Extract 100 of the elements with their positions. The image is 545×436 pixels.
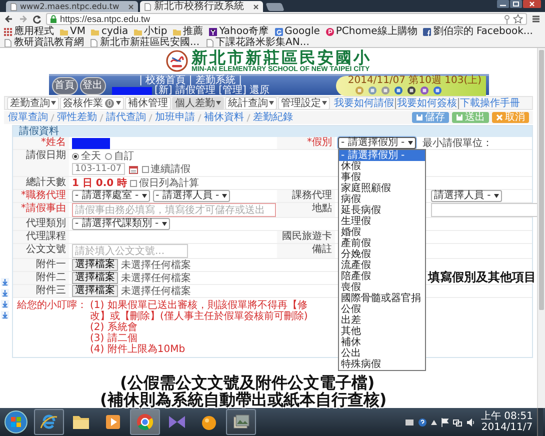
choose-file-button[interactable]: 選擇檔案 [72,259,118,271]
taskbar-button[interactable] [34,409,64,435]
help-link[interactable]: 我要如何簽核 [395,98,458,108]
input-field[interactable] [431,203,537,217]
caret-up-icon[interactable] [431,420,437,424]
select-field[interactable]: - 請選擇代課類別 - [72,218,170,230]
bookmark[interactable]: 推薦 [173,26,204,37]
new-tab-button[interactable] [266,3,285,11]
dropdown-option[interactable]: 公出 [339,348,425,359]
input-field[interactable]: 請於填入公文文號... [72,244,188,258]
menu-button[interactable]: 差勤查詢 [7,96,59,110]
arrow-down-icon[interactable] [1,311,9,319]
dropdown-option[interactable]: 婚假 [339,227,425,238]
calendar-icon[interactable] [128,164,138,174]
choose-file-button[interactable]: 選擇檔案 [72,285,118,297]
help-link[interactable]: 我要如何請假 [333,98,396,108]
dropdown-option[interactable]: 生理假 [339,216,425,227]
dropdown-option[interactable]: 其他 [339,326,425,337]
bookmark[interactable]: Google [274,26,320,37]
menu-icon[interactable] [531,14,541,24]
menu-button[interactable]: 統計查詢 [225,96,278,110]
dropdown-option[interactable]: 產前假 [339,238,425,249]
menu-button[interactable]: 管理設定 [278,96,330,110]
dropdown-option[interactable]: 分娩假 [339,249,425,260]
flag-icon[interactable] [441,418,449,426]
menu-button[interactable]: 簽核作業 0 [60,96,124,110]
header-links[interactable]: | 校務首頁 | 差勤系統 | [139,76,242,86]
bookmark[interactable]: 新北市新莊區民安國... [90,37,200,48]
dropdown-option[interactable]: 陪產假 [339,271,425,282]
breadcrumb-link[interactable]: 彈性差勤 [57,112,97,123]
menu-button[interactable]: 個人差勤 [172,96,224,110]
close-icon[interactable] [523,0,541,8]
taskbar-button[interactable] [226,409,256,435]
dropdown-option[interactable]: 家庭照顧假 [339,183,425,194]
select-field[interactable]: - 請選擇人員 - [152,190,230,202]
checkbox[interactable] [130,180,138,186]
dropdown-option[interactable]: 事假 [339,172,425,183]
choose-file-button[interactable]: 選擇檔案 [72,272,118,284]
radio-button[interactable] [105,153,112,160]
browser-tab[interactable]: 新北市校務行政系統 [140,1,264,12]
browser-tab[interactable]: www2.maes.ntpc.edu.tw [6,1,138,12]
round-button[interactable]: 登出 [80,76,106,94]
radio-button[interactable] [72,153,79,160]
scrollbar[interactable] [537,48,545,408]
breadcrumb-link[interactable]: 加班申請 [155,112,195,123]
select-field[interactable]: - 請選擇處室 - [72,190,150,202]
maximize-icon[interactable] [510,0,522,8]
dropdown-option[interactable]: 補休 [339,337,425,348]
bookmark[interactable]: cydia [91,26,128,37]
back-icon[interactable] [4,14,14,24]
dropdown-option[interactable]: 公假 [339,304,425,315]
dropdown-option[interactable]: 出差 [339,315,425,326]
bookmark[interactable]: PChome線上購物 [326,26,418,37]
breadcrumb-link[interactable]: 差勤紀錄 [253,112,293,123]
speaker-icon[interactable] [466,418,475,426]
bookmark[interactable]: 小tip [134,26,168,37]
start-orb-icon[interactable] [4,410,28,434]
help-link[interactable]: 下載操作手冊 [458,98,522,108]
field-label: 代理課程 [13,231,69,243]
circle-icon[interactable] [406,86,416,95]
close-icon[interactable] [128,4,134,10]
dropdown-option[interactable]: 流產假 [339,260,425,271]
circle-icon[interactable] [432,86,442,95]
network-icon[interactable] [453,418,462,426]
round-button[interactable]: 首頁 [52,76,78,94]
bookmark[interactable]: 教研資訊教育網 [4,37,84,48]
bookmark[interactable]: 下課花路米影集AN... [206,37,310,48]
dropdown-option[interactable]: - 請選擇假別 - [339,150,425,161]
select-field[interactable]: 請選擇人員 - [431,190,502,202]
circle-icon[interactable] [394,86,402,95]
help-icon[interactable] [418,418,427,426]
date-field[interactable]: 103-11-07 [72,163,125,175]
address-bar[interactable]: https://esa.ntpc.edu.tw [46,13,527,25]
circle-icon[interactable] [420,86,428,95]
arrow-down-icon[interactable] [1,289,9,297]
arrow-down-icon[interactable] [1,300,9,308]
input-field[interactable]: 請假事由務必填寫，填寫後才可儲存或送出 [72,203,276,217]
arrow-down-icon[interactable] [1,278,9,286]
reload-icon[interactable] [32,14,42,24]
breadcrumb-link[interactable]: 假單查詢 [8,112,48,123]
show-desktop-button[interactable] [537,407,543,436]
menu-button[interactable]: 補休管理 [125,96,172,110]
breadcrumb-link[interactable]: 補休資料 [204,112,244,123]
bookmark[interactable]: 劉伯宗的 Facebook... [423,26,533,37]
dropdown-option[interactable]: 病假 [339,194,425,205]
close-icon[interactable] [253,4,260,10]
bookmark[interactable]: Yahoo奇摩 [209,26,269,37]
breadcrumb-link[interactable]: 請代查詢 [106,112,146,123]
bookmark[interactable]: VM [60,26,86,37]
minimize-icon[interactable] [497,0,509,8]
dropdown-option[interactable]: 休假 [339,161,425,172]
dropdown-option[interactable]: 特殊病假 [339,359,425,370]
caret-icon [322,101,328,105]
clock[interactable]: 上午 08:51 2014/11/7 [481,411,533,433]
checkbox[interactable] [142,166,149,172]
dropdown-option[interactable]: 延長病假 [339,205,425,216]
dropdown-option[interactable]: 喪假 [339,282,425,293]
bookmark[interactable]: 應用程式 [4,26,54,37]
star-icon[interactable] [513,14,523,24]
dropdown-option[interactable]: 國際骨髓或器官捐 [339,293,425,304]
